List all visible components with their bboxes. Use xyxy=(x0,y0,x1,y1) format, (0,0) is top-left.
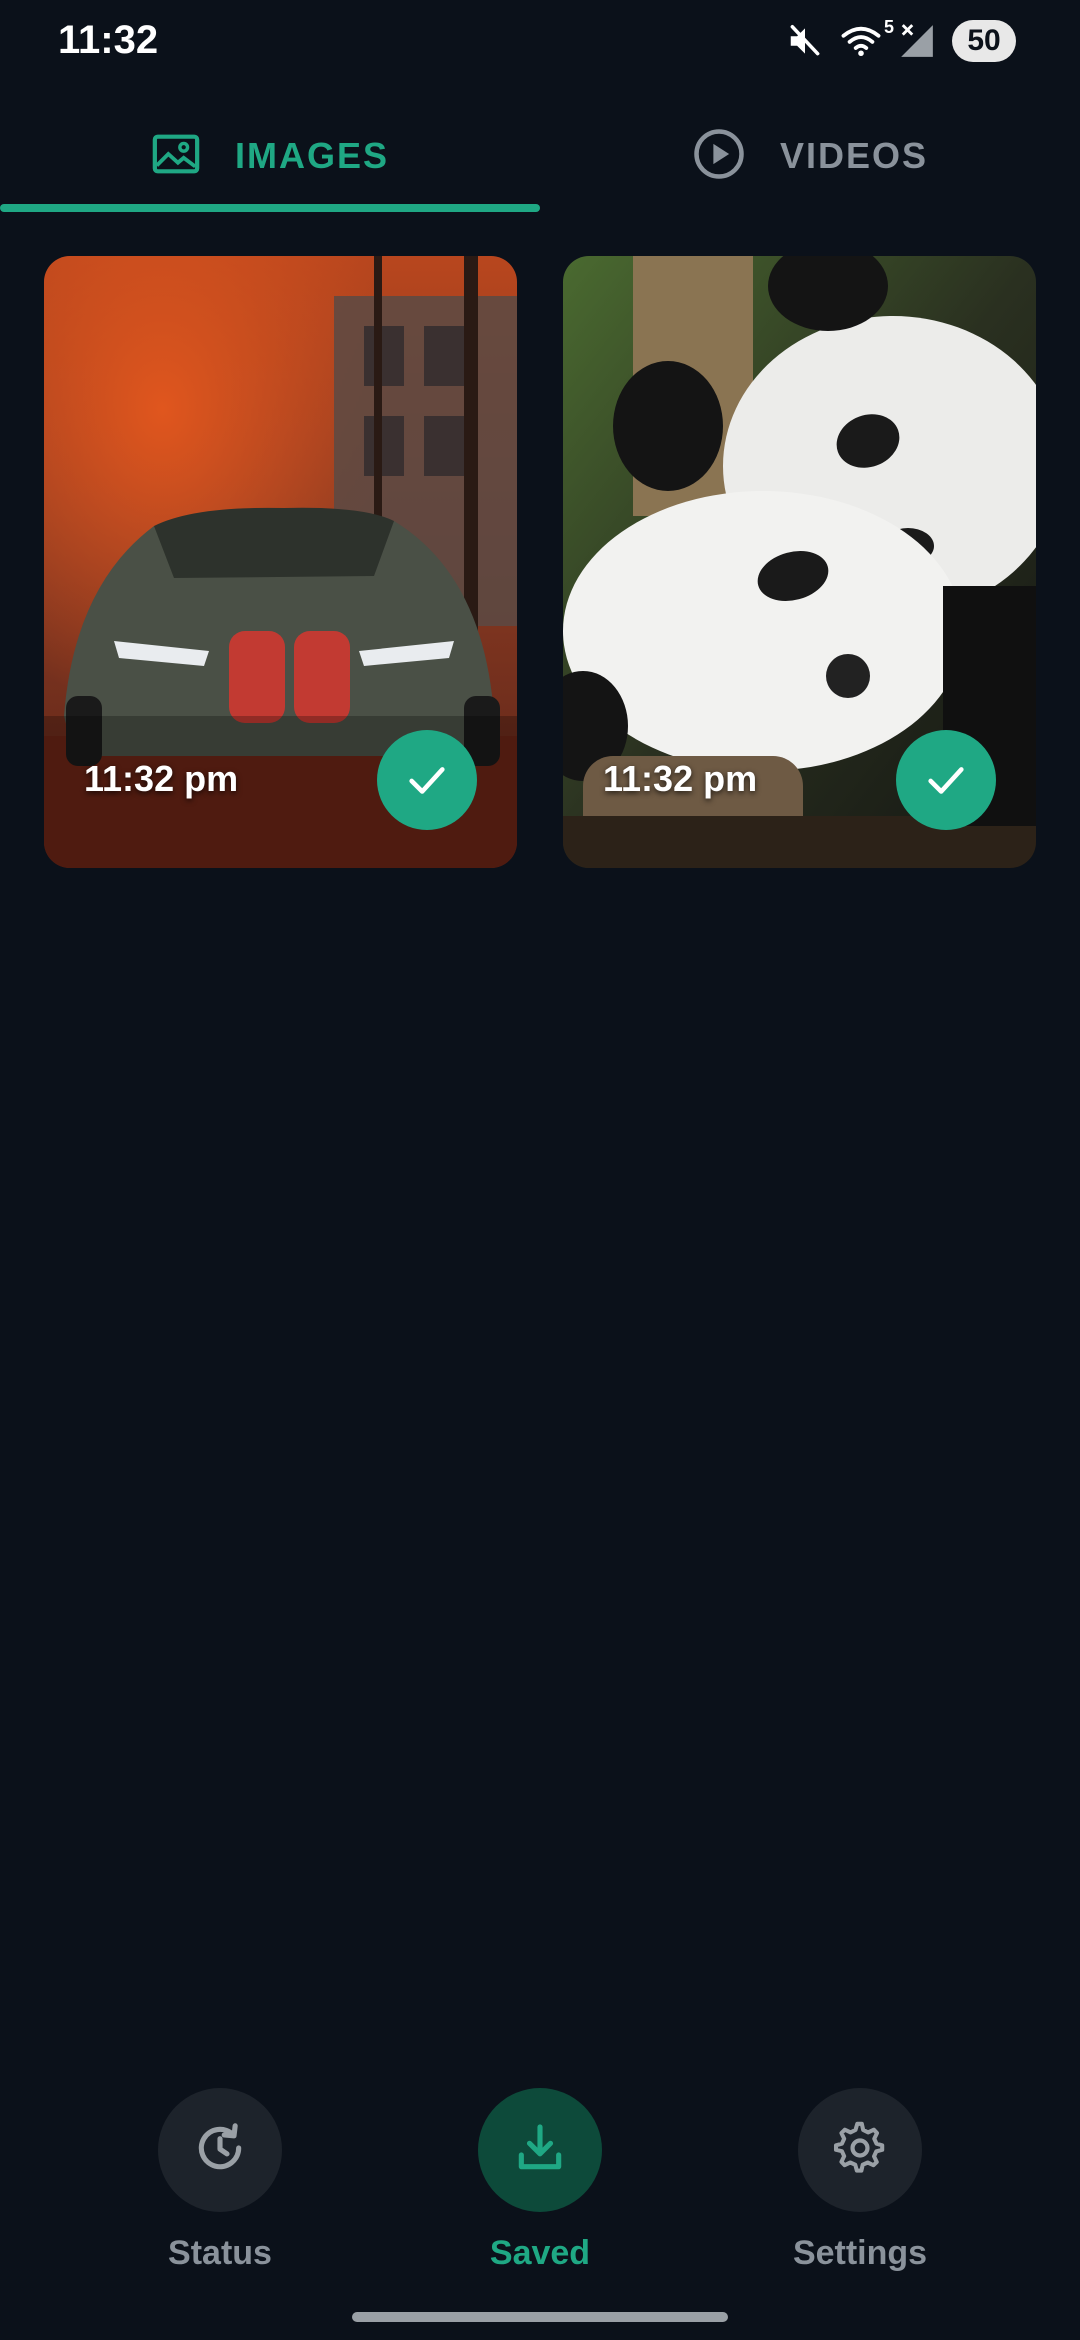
wifi-icon: 5 xyxy=(840,17,894,59)
tab-images-label: IMAGES xyxy=(234,135,389,176)
status-bar: 11:32 5 50 xyxy=(0,0,1080,90)
history-icon xyxy=(192,2120,248,2181)
media-card-time: 11:32 pm xyxy=(84,758,239,799)
tab-videos[interactable]: VIDEOS xyxy=(540,100,1080,212)
tab-images[interactable]: IMAGES xyxy=(0,100,540,212)
active-tab-indicator xyxy=(0,204,540,212)
media-tabs: IMAGES VIDEOS xyxy=(0,100,1080,212)
saved-images-grid: 11:32 pm 11:32 pm xyxy=(44,256,1036,868)
nav-status[interactable]: Status xyxy=(120,2088,320,2288)
nav-settings[interactable]: Settings xyxy=(760,2088,960,2288)
status-icons: 5 50 xyxy=(786,17,1016,62)
nav-saved-label: Saved xyxy=(489,2234,591,2272)
bottom-nav: Status Saved Settings xyxy=(0,2088,1080,2288)
tab-videos-label: VIDEOS xyxy=(779,135,929,176)
nav-status-label: Status xyxy=(168,2234,272,2272)
nav-saved[interactable]: Saved xyxy=(440,2088,640,2288)
image-icon xyxy=(151,132,201,181)
battery-icon: 50 xyxy=(952,20,1016,62)
nav-status-button[interactable] xyxy=(158,2088,282,2212)
home-indicator[interactable] xyxy=(352,2312,728,2322)
nav-settings-label: Settings xyxy=(792,2234,928,2272)
wifi-badge: 5 xyxy=(883,17,894,37)
media-card-time: 11:32 pm xyxy=(603,758,758,799)
signal-icon xyxy=(898,22,936,60)
nav-saved-button[interactable] xyxy=(478,2088,602,2212)
media-card-pandas[interactable]: 11:32 pm xyxy=(563,256,1036,868)
nav-settings-button[interactable] xyxy=(798,2088,922,2212)
selected-check-icon[interactable] xyxy=(896,730,996,830)
download-icon xyxy=(512,2120,568,2181)
gear-icon xyxy=(832,2120,888,2181)
media-card-car[interactable]: 11:32 pm xyxy=(44,256,517,868)
selected-check-icon[interactable] xyxy=(377,730,477,830)
mute-icon xyxy=(786,22,824,60)
status-time: 11:32 xyxy=(58,18,159,62)
play-circle-icon xyxy=(692,127,746,186)
